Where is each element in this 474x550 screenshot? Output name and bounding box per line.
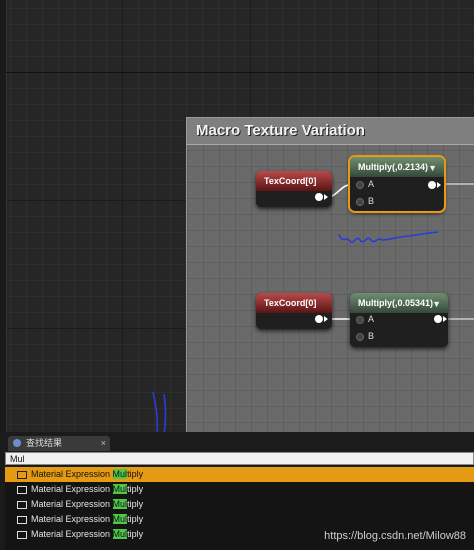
pin-label-b: B (368, 196, 375, 206)
input-pin-a[interactable] (356, 316, 364, 324)
output-arrow-icon (437, 182, 441, 188)
result-match: Mul (112, 484, 128, 494)
graph-divider (6, 72, 474, 73)
pin-label-a: A (368, 179, 375, 189)
output-arrow-icon (324, 194, 328, 200)
input-pin-b[interactable] (356, 198, 364, 206)
result-suffix: tiply (127, 529, 144, 539)
result-prefix: Material Expression (31, 469, 113, 479)
node-icon (17, 486, 27, 494)
list-item-label: Material Expression Multiply (31, 497, 143, 512)
output-arrow-icon (324, 316, 328, 322)
output-pin[interactable] (428, 181, 436, 189)
texcoord-node[interactable]: TexCoord[0] (256, 171, 332, 207)
multiply-node[interactable]: Multiply(,0.05341) ▼ A B (350, 293, 448, 347)
tab-label: 查找结果 (26, 438, 63, 448)
graph-left-edge (0, 0, 7, 432)
node-icon (17, 501, 27, 509)
output-pin[interactable] (315, 315, 323, 323)
input-pin-b[interactable] (356, 333, 364, 341)
list-item-label: Material Expression Multiply (31, 527, 143, 542)
result-suffix: tiply (127, 499, 144, 509)
result-prefix: Material Expression (31, 484, 113, 494)
result-prefix: Material Expression (31, 499, 113, 509)
result-suffix: tiply (127, 469, 144, 479)
output-pin[interactable] (434, 315, 442, 323)
multiply-node-header: Multiply(,0.2134) ▼ (350, 157, 444, 177)
texcoord-node[interactable]: TexCoord[0] (256, 293, 332, 329)
list-item-label: Material Expression Multiply (31, 512, 143, 527)
result-suffix: tiply (127, 484, 144, 494)
chevron-down-icon[interactable]: ▼ (432, 294, 441, 314)
node-icon (17, 471, 27, 479)
result-match: Mul (112, 469, 128, 479)
result-suffix: tiply (127, 514, 144, 524)
pin-label-a: A (368, 314, 375, 324)
list-item[interactable]: Material Expression Multiply (5, 512, 474, 527)
node-icon (17, 531, 27, 539)
comment-header[interactable]: Macro Texture Variation (187, 118, 474, 145)
list-item[interactable]: Material Expression Multiply (5, 467, 474, 482)
chevron-down-icon[interactable]: ▼ (428, 158, 437, 178)
node-icon (17, 516, 27, 524)
list-item[interactable]: Material Expression Multiply (5, 482, 474, 497)
result-match: Mul (112, 514, 128, 524)
multiply-node[interactable]: Multiply(,0.2134) ▼ A B (350, 157, 444, 211)
multiply-node-title: Multiply(,0.05341) (358, 298, 434, 308)
texcoord-node-title: TexCoord[0] (256, 171, 332, 191)
close-icon[interactable]: × (101, 436, 106, 451)
list-item-label: Material Expression Multiply (31, 482, 143, 497)
result-match: Mul (112, 529, 128, 539)
search-input[interactable]: Mul (5, 452, 474, 465)
texcoord-node-title: TexCoord[0] (256, 293, 332, 313)
result-prefix: Material Expression (31, 514, 113, 524)
list-item[interactable]: Material Expression Multiply (5, 497, 474, 512)
result-prefix: Material Expression (31, 529, 113, 539)
multiply-node-header: Multiply(,0.05341) ▼ (350, 293, 448, 313)
multiply-node-title: Multiply(,0.2134) (358, 162, 429, 172)
input-pin-a[interactable] (356, 181, 364, 189)
tab-find-results[interactable]: 查找结果 × (8, 436, 110, 451)
result-match: Mul (112, 499, 128, 509)
output-pin[interactable] (315, 193, 323, 201)
comment-title: Macro Texture Variation (196, 122, 365, 139)
list-item-label: Material Expression Multiply (31, 467, 143, 482)
output-arrow-icon (443, 316, 447, 322)
find-icon (13, 439, 21, 447)
watermark: https://blog.csdn.net/Milow88 (324, 530, 466, 542)
pin-label-b: B (368, 331, 375, 341)
